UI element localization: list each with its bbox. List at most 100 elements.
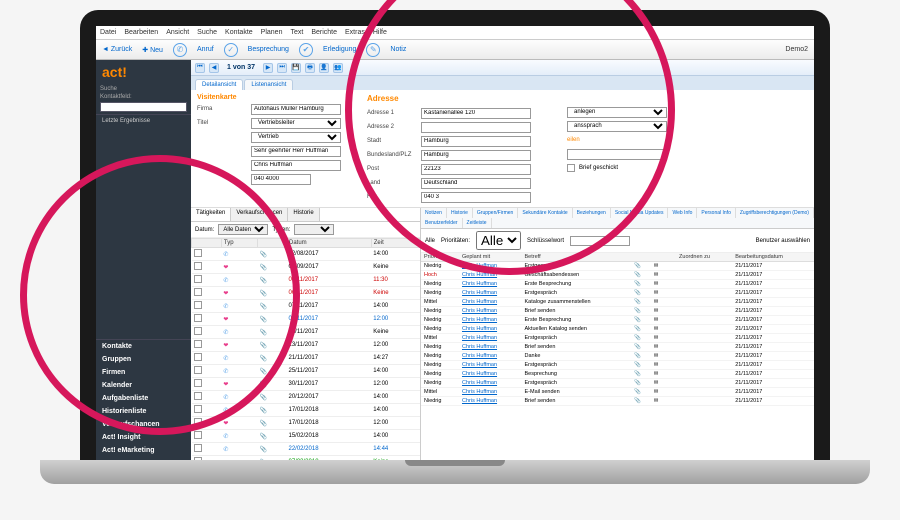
addr1-input[interactable] [421,108,531,119]
menu-hilfe[interactable]: Hilfe [373,29,387,36]
act-col[interactable]: Zeit [371,239,419,248]
activity-row[interactable]: ❤📎13/11/201712:00 [192,339,420,352]
note-col[interactable] [631,253,651,262]
tel-input[interactable] [251,174,311,185]
last-button[interactable]: ⏭ [277,63,287,73]
date-filter[interactable]: Alle Daten [218,224,268,235]
detail-tab-6[interactable]: Web Info [668,208,697,218]
fax-input[interactable] [421,192,531,203]
detail-tab-7[interactable]: Personal Info [697,208,735,218]
note-row[interactable]: NiedrigChris HuffmanErstgespräch📎✉21/11/… [421,361,814,370]
note-icon[interactable]: ✎ [366,43,380,57]
tab-list[interactable]: Listenansicht [244,79,293,90]
back-button[interactable]: ◄ Zurück [102,46,132,53]
activity-row[interactable]: ❤📎05/09/2017Keine [192,261,420,274]
note-row[interactable]: NiedrigChris HuffmanErstgespräch📎✉21/11/… [421,379,814,388]
detail-tab-1[interactable]: Historie [447,208,473,218]
activity-row[interactable]: ✆📎22/08/201714:00 [192,248,420,261]
note-row[interactable]: NiedrigChris HuffmanBrief senden📎✉21/11/… [421,397,814,406]
firma-input[interactable] [251,104,341,115]
menu-datei[interactable]: Datei [100,29,116,36]
activity-row[interactable]: ❤📎17/01/201812:00 [192,417,420,430]
menu-kontakte[interactable]: Kontakte [225,29,253,36]
activity-row[interactable]: ✆📎17/01/201814:00 [192,404,420,417]
activity-row[interactable]: ✆📎22/02/201814:44 [192,443,420,456]
user-icon[interactable]: 👤 [319,63,329,73]
activity-row[interactable]: ✆📎21/11/201714:27 [192,352,420,365]
menu-bearbeiten[interactable]: Bearbeiten [124,29,158,36]
status4-input[interactable] [567,149,667,160]
note-row[interactable]: NiedrigChris HuffmanBrief senden📎✉21/11/… [421,343,814,352]
status1-select[interactable]: anlegen [567,107,667,118]
search-input[interactable] [100,102,187,112]
note-row[interactable]: NiedrigChris HuffmanAktuellen Katalog se… [421,325,814,334]
menu-text[interactable]: Text [290,29,303,36]
tab-activities[interactable]: Tätigkeiten [191,208,231,221]
detail-tab-2[interactable]: Gruppen/Firmen [473,208,518,218]
note-row[interactable]: NiedrigChris HuffmanDanke📎✉21/11/2017 [421,352,814,361]
name-input[interactable] [251,160,341,171]
note-row[interactable]: MittelChris HuffmanKataloge zusammenstel… [421,298,814,307]
note-row[interactable]: NiedrigChris HuffmanBesprechung📎✉21/11/2… [421,370,814,379]
menu-berichte[interactable]: Berichte [311,29,337,36]
act-col[interactable]: Typ [221,239,258,248]
sidebar-item-kontakte[interactable]: Kontakte [96,340,191,353]
activity-row[interactable]: ❤📎06/11/2017Keine [192,287,420,300]
sidebar-item-aufgabenliste[interactable]: Aufgabenliste [96,392,191,405]
note-row[interactable]: MittelChris HuffmanErstgespräch📎✉21/11/2… [421,334,814,343]
menu-extras[interactable]: Extras [345,29,365,36]
addr2-input[interactable] [421,122,531,133]
activities-table[interactable]: Typ DatumZeit✆📎22/08/201714:00❤📎05/09/201… [191,238,420,470]
filter-all[interactable]: Alle [425,238,435,244]
meeting-icon[interactable]: ✓ [224,43,238,57]
activity-row[interactable]: ✆📎20/12/201714:00 [192,391,420,404]
note-row[interactable]: MittelChris HuffmanE-Mail senden📎✉21/11/… [421,388,814,397]
detail-tab-4[interactable]: Beziehungen [573,208,611,218]
activity-row[interactable]: ✆📎06/11/201711:30 [192,274,420,287]
note-row[interactable]: NiedrigChris HuffmanErstgespräch📎✉21/11/… [421,262,814,271]
activity-row[interactable]: ✆📎12/11/2017Keine [192,326,420,339]
activity-row[interactable]: ✆📎25/11/201714:00 [192,365,420,378]
note-row[interactable]: NiedrigChris HuffmanBrief senden📎✉21/11/… [421,307,814,316]
tab-detail[interactable]: Detailansicht [195,79,243,90]
activity-row[interactable]: ✆📎07/11/201714:00 [192,300,420,313]
notes-table[interactable]: PrioritätGeplant mitBetreffZuordnen zuBe… [421,253,814,470]
sidebar-item-firmen[interactable]: Firmen [96,366,191,379]
detail-tab-10[interactable]: Zeitleiste [463,218,492,228]
sidebar-item-actemarketing[interactable]: Act! eMarketing [96,444,191,457]
new-button[interactable]: ✚ Neu [142,46,163,54]
prio-filter[interactable]: Alle [476,231,521,250]
sidebar-item-kalender[interactable]: Kalender [96,379,191,392]
brief-checkbox[interactable] [567,164,575,172]
detail-tab-5[interactable]: Social Media Updates [611,208,669,218]
note-row[interactable]: NiedrigChris HuffmanErste Besprechung📎✉2… [421,316,814,325]
activity-row[interactable]: ✆📎15/02/201814:00 [192,430,420,443]
first-button[interactable]: ⏮ [195,63,205,73]
note-col[interactable]: Geplant mit [459,253,522,262]
detail-tab-0[interactable]: Notizen [421,208,447,218]
note-input[interactable] [251,146,341,157]
group-icon[interactable]: 👥 [333,63,343,73]
note-col[interactable]: Priorität [421,253,459,262]
tab-opportunities[interactable]: Verkaufschancen [231,208,288,221]
detail-tab-3[interactable]: Sekundäre Kontakte [518,208,572,218]
menu-planen[interactable]: Planen [261,29,283,36]
note-row[interactable]: HochChris HuffmanGeschäftsabendessen📎✉21… [421,271,814,280]
detail-tab-9[interactable]: Benutzerfelder [421,218,463,228]
act-col[interactable]: Datum [287,239,372,248]
save-icon[interactable]: 💾 [291,63,301,73]
status2-select[interactable]: anssprach [567,121,667,132]
next-button[interactable]: ▶ [263,63,273,73]
note-row[interactable]: NiedrigChris HuffmanErste Besprechung📎✉2… [421,280,814,289]
note-col[interactable]: Zuordnen zu [676,253,732,262]
print-icon[interactable]: 🖶 [305,63,315,73]
titel-select[interactable]: Vertriebsleiter [251,118,341,129]
note-col[interactable] [667,253,676,262]
sidebar-item-gruppen[interactable]: Gruppen [96,353,191,366]
keyword-input[interactable] [570,236,630,246]
post-input[interactable] [421,164,531,175]
act-col[interactable] [192,239,222,248]
act-col[interactable] [258,239,287,248]
sidebar-item-actinsight[interactable]: Act! Insight [96,431,191,444]
plz-input[interactable] [421,150,531,161]
